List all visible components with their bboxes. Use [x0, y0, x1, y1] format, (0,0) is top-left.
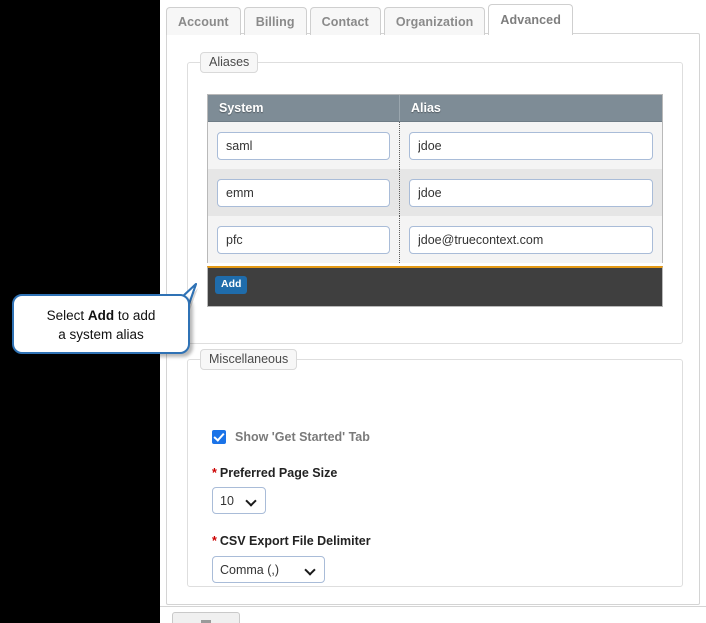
- alias-input-2[interactable]: [409, 225, 653, 254]
- show-get-started-checkbox[interactable]: [212, 430, 226, 444]
- tab-billing[interactable]: Billing: [243, 7, 307, 35]
- system-input-0[interactable]: [217, 131, 390, 160]
- column-header-alias: Alias: [411, 101, 441, 115]
- cell-alias: [400, 122, 662, 169]
- tab-advanced-label: Advanced: [500, 13, 561, 27]
- tab-organization-label: Organization: [395, 14, 474, 29]
- column-header-system: System: [208, 95, 400, 121]
- table-row: [208, 122, 662, 169]
- alias-input-0[interactable]: [409, 131, 653, 160]
- preferred-page-size-select[interactable]: 10: [212, 487, 266, 514]
- csv-delimiter-select[interactable]: Comma (,): [212, 556, 325, 583]
- cell-alias: [400, 216, 662, 263]
- system-input-2[interactable]: [217, 225, 390, 254]
- show-get-started-row: Show 'Get Started' Tab: [212, 430, 370, 444]
- cell-system: [208, 169, 400, 216]
- alias-input-1[interactable]: [409, 178, 653, 207]
- tab-organization[interactable]: Organization: [383, 7, 486, 35]
- tab-contact-label: Contact: [321, 14, 369, 29]
- show-get-started-label: Show 'Get Started' Tab: [235, 430, 370, 444]
- preferred-page-size-label-text: Preferred Page Size: [219, 466, 338, 480]
- csv-delimiter-label-text: CSV Export File Delimiter: [219, 534, 371, 548]
- cell-alias: [400, 169, 662, 216]
- aliases-legend: Aliases: [200, 52, 259, 73]
- table-row: [208, 169, 662, 216]
- callout-line2: a system alias: [58, 327, 144, 342]
- table-row: [208, 216, 662, 263]
- add-button[interactable]: Add: [215, 276, 248, 294]
- tab-billing-label: Billing: [255, 14, 295, 29]
- callout-text: Select Add to add a system alias: [14, 306, 188, 344]
- miscellaneous-fieldset: Miscellaneous Show 'Get Started' Tab * Pr…: [187, 349, 683, 587]
- bottom-toolbar: [160, 606, 706, 623]
- aliases-table: System Alias: [207, 94, 663, 263]
- screenshot-root: Account Billing Contact Organization Adv…: [0, 0, 706, 623]
- csv-delimiter-label: * CSV Export File Delimiter: [212, 534, 371, 548]
- aliases-fieldset: Aliases System Alias saml jdoe emm jdoe …: [187, 52, 683, 344]
- csv-delimiter-select-wrap: Comma (,): [212, 556, 325, 583]
- required-marker: *: [212, 466, 217, 480]
- callout-suffix: to add: [114, 308, 156, 323]
- cell-system: [208, 122, 400, 169]
- tab-advanced[interactable]: Advanced: [488, 4, 573, 36]
- callout-bubble: Select Add to add a system alias: [12, 294, 190, 354]
- miscellaneous-legend: Miscellaneous: [200, 349, 298, 370]
- required-marker: *: [212, 534, 217, 548]
- cell-system: [208, 216, 400, 263]
- tab-account[interactable]: Account: [166, 7, 241, 35]
- advanced-tab-panel: Aliases System Alias saml jdoe emm jdoe …: [166, 33, 700, 605]
- tab-account-label: Account: [178, 14, 229, 29]
- tab-contact[interactable]: Contact: [309, 7, 381, 35]
- system-input-1[interactable]: [217, 178, 390, 207]
- aliases-table-footer: Add: [207, 266, 663, 307]
- preferred-page-size-label: * Preferred Page Size: [212, 466, 337, 480]
- bottom-partial-button[interactable]: [172, 612, 240, 623]
- callout-prefix: Select: [46, 308, 88, 323]
- callout-bold: Add: [87, 308, 115, 323]
- settings-tabs: Account Billing Contact Organization Adv…: [166, 4, 576, 36]
- aliases-table-header: System Alias: [208, 95, 662, 122]
- preferred-page-size-select-wrap: 10: [212, 487, 266, 514]
